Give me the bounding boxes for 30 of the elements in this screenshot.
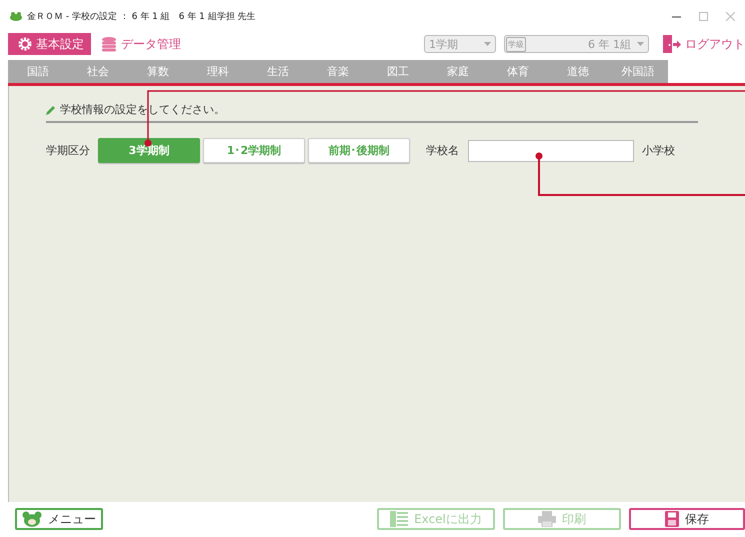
- caret-icon: [484, 42, 491, 46]
- pencil-icon: [46, 104, 56, 114]
- term-label: 学期区分: [46, 143, 90, 158]
- spreadsheet-icon: [390, 511, 408, 527]
- term-option-button[interactable]: 3学期制: [98, 138, 200, 163]
- menu-button[interactable]: メニュー: [15, 508, 103, 530]
- term-dropdown[interactable]: 1学期: [424, 35, 496, 53]
- class-value: 6 年 1組: [588, 36, 631, 52]
- close-icon[interactable]: [726, 12, 735, 20]
- logout-button[interactable]: ログアウト: [663, 35, 745, 53]
- window-title: 金ＲＯＭ - 学校の設定 ： 6 年 1 組 6 年 1 組学担 先生: [27, 10, 256, 22]
- mode-tab[interactable]: 基本設定: [8, 33, 91, 55]
- school-suffix: 小学校: [642, 143, 675, 158]
- school-name-field[interactable]: [468, 140, 634, 162]
- term-option-button[interactable]: 前期･後期制: [308, 138, 410, 163]
- mode-tab[interactable]: データ管理: [91, 33, 188, 55]
- maximize-icon[interactable]: [699, 12, 708, 20]
- class-label: 学級: [506, 36, 526, 52]
- class-dropdown[interactable]: 学級 6 年 1組: [504, 35, 649, 53]
- frog-app-icon: [10, 12, 22, 20]
- database-icon: [101, 36, 117, 52]
- save-button[interactable]: 保存: [629, 508, 745, 530]
- gear-icon: [18, 37, 32, 51]
- section-heading: 学校情報の設定をしてください。: [60, 102, 225, 117]
- school-name-label: 学校名: [426, 143, 459, 158]
- term-option-button[interactable]: 1･2学期制: [203, 138, 305, 163]
- animal-head-icon: [22, 511, 42, 527]
- caret-icon: [637, 42, 644, 46]
- printer-icon: [538, 511, 556, 527]
- exit-door-icon: [663, 35, 681, 53]
